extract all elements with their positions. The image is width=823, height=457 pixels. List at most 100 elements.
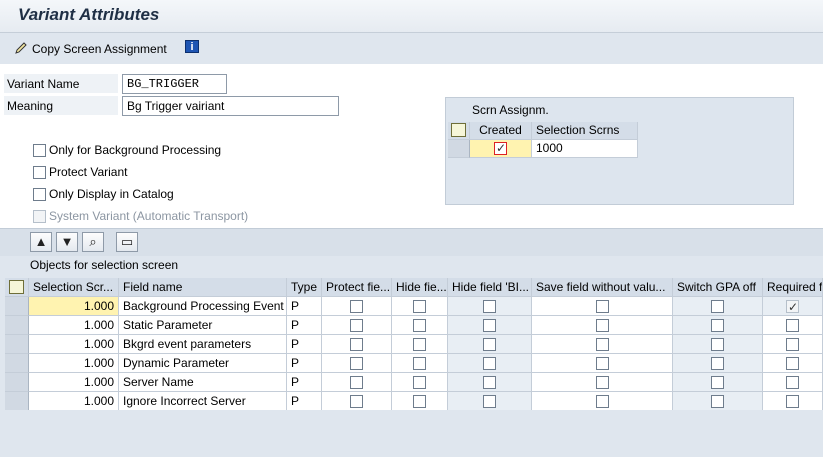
column-header[interactable]: Required f (763, 278, 823, 297)
required-field-cell[interactable] (763, 373, 823, 392)
hide-field-cell[interactable] (392, 297, 448, 316)
save-without-value-cell[interactable] (532, 354, 673, 373)
checkbox[interactable] (711, 375, 724, 389)
checkbox[interactable] (413, 394, 426, 408)
filter-button[interactable]: ▼ (56, 232, 78, 252)
hide-field-bis-cell[interactable] (448, 335, 532, 354)
column-header-created[interactable]: Created (470, 122, 532, 140)
checkbox[interactable] (483, 375, 496, 389)
column-header-selection-scrns[interactable]: Selection Scrns (532, 122, 638, 140)
variant-name-field[interactable]: BG_TRIGGER (122, 74, 227, 94)
hide-field-bis-cell[interactable] (448, 392, 532, 411)
selection-screen-cell[interactable]: 1.000 (29, 335, 119, 354)
switch-gpa-off-cell[interactable] (673, 335, 763, 354)
hide-field-bis-cell[interactable] (448, 297, 532, 316)
checkbox[interactable] (350, 299, 363, 313)
hide-field-cell[interactable] (392, 354, 448, 373)
checkbox[interactable] (483, 318, 496, 332)
checkbox[interactable] (595, 299, 609, 313)
checkbox[interactable] (483, 356, 496, 370)
row-selector[interactable] (5, 373, 29, 392)
checkbox[interactable] (413, 375, 426, 389)
column-header[interactable]: Save field without valu... (532, 278, 673, 297)
protect-field-cell[interactable] (322, 335, 392, 354)
required-field-cell[interactable] (763, 316, 823, 335)
select-all-cell[interactable] (5, 278, 29, 297)
checkbox[interactable] (786, 337, 799, 351)
meaning-field[interactable]: Bg Trigger vairiant (122, 96, 339, 116)
checkbox[interactable] (33, 187, 46, 201)
row-selector[interactable] (5, 354, 29, 373)
created-checkbox[interactable] (494, 140, 507, 157)
column-header[interactable]: Selection Scr... (29, 278, 119, 297)
info-icon[interactable]: i (185, 40, 199, 53)
switch-gpa-off-cell[interactable] (673, 392, 763, 411)
required-field-cell[interactable] (763, 354, 823, 373)
hide-field-cell[interactable] (392, 335, 448, 354)
hide-field-bis-cell[interactable] (448, 373, 532, 392)
save-without-value-cell[interactable] (532, 316, 673, 335)
checkbox[interactable] (413, 299, 426, 313)
row-selector[interactable] (5, 297, 29, 316)
checkbox[interactable] (350, 318, 363, 332)
selection-screen-cell[interactable]: 1.000 (29, 316, 119, 335)
checkbox[interactable] (711, 337, 724, 351)
checkbox[interactable] (595, 318, 609, 332)
checkbox[interactable] (786, 356, 799, 370)
required-field-cell[interactable] (763, 335, 823, 354)
protect-variant-checkbox[interactable]: Protect Variant (33, 165, 127, 179)
column-header[interactable]: Field name (119, 278, 287, 297)
checkbox[interactable] (711, 394, 724, 408)
checkbox[interactable] (711, 299, 724, 313)
selection-screen-cell[interactable]: 1.000 (29, 354, 119, 373)
checkbox[interactable] (483, 299, 496, 313)
checkbox[interactable] (711, 356, 724, 370)
hide-field-bis-cell[interactable] (448, 316, 532, 335)
print-button[interactable]: ▭ (116, 232, 138, 252)
checkbox[interactable] (350, 375, 363, 389)
row-selector[interactable] (448, 140, 470, 158)
selection-screen-cell[interactable]: 1.000 (29, 392, 119, 411)
checkbox[interactable] (786, 375, 799, 389)
checkbox[interactable] (595, 337, 609, 351)
checkbox[interactable] (711, 318, 724, 332)
checkbox[interactable] (483, 394, 496, 408)
hide-field-bis-cell[interactable] (448, 354, 532, 373)
column-header[interactable]: Hide fie... (392, 278, 448, 297)
protect-field-cell[interactable] (322, 297, 392, 316)
checkbox[interactable] (786, 394, 799, 408)
checkbox[interactable] (595, 375, 609, 389)
find-button[interactable]: ⌕ (82, 232, 104, 252)
checkbox[interactable] (483, 337, 496, 351)
only-background-processing-checkbox[interactable]: Only for Background Processing (33, 143, 221, 157)
save-without-value-cell[interactable] (532, 297, 673, 316)
protect-field-cell[interactable] (322, 316, 392, 335)
protect-field-cell[interactable] (322, 354, 392, 373)
checkbox[interactable] (595, 394, 609, 408)
only-display-in-catalog-checkbox[interactable]: Only Display in Catalog (33, 187, 174, 201)
hide-field-cell[interactable] (392, 392, 448, 411)
row-selector[interactable] (5, 392, 29, 411)
checkbox[interactable] (33, 143, 46, 157)
checkbox[interactable] (350, 356, 363, 370)
row-selector[interactable] (5, 316, 29, 335)
checkbox[interactable] (595, 356, 609, 370)
switch-gpa-off-cell[interactable] (673, 297, 763, 316)
save-without-value-cell[interactable] (532, 335, 673, 354)
hide-field-cell[interactable] (392, 316, 448, 335)
copy-screen-assignment-button[interactable]: Copy Screen Assignment (14, 39, 167, 59)
sort-ascending-button[interactable]: ▲ (30, 232, 52, 252)
checkbox[interactable] (786, 318, 799, 332)
row-selector[interactable] (5, 335, 29, 354)
protect-field-cell[interactable] (322, 392, 392, 411)
switch-gpa-off-cell[interactable] (673, 354, 763, 373)
protect-field-cell[interactable] (322, 373, 392, 392)
checkbox[interactable] (413, 337, 426, 351)
switch-gpa-off-cell[interactable] (673, 373, 763, 392)
select-all-cell[interactable] (448, 122, 470, 140)
checkbox[interactable] (413, 356, 426, 370)
column-header[interactable]: Hide field 'BI... (448, 278, 532, 297)
required-field-cell[interactable] (763, 392, 823, 411)
selection-scrn-cell[interactable]: 1000 (532, 140, 638, 158)
switch-gpa-off-cell[interactable] (673, 316, 763, 335)
